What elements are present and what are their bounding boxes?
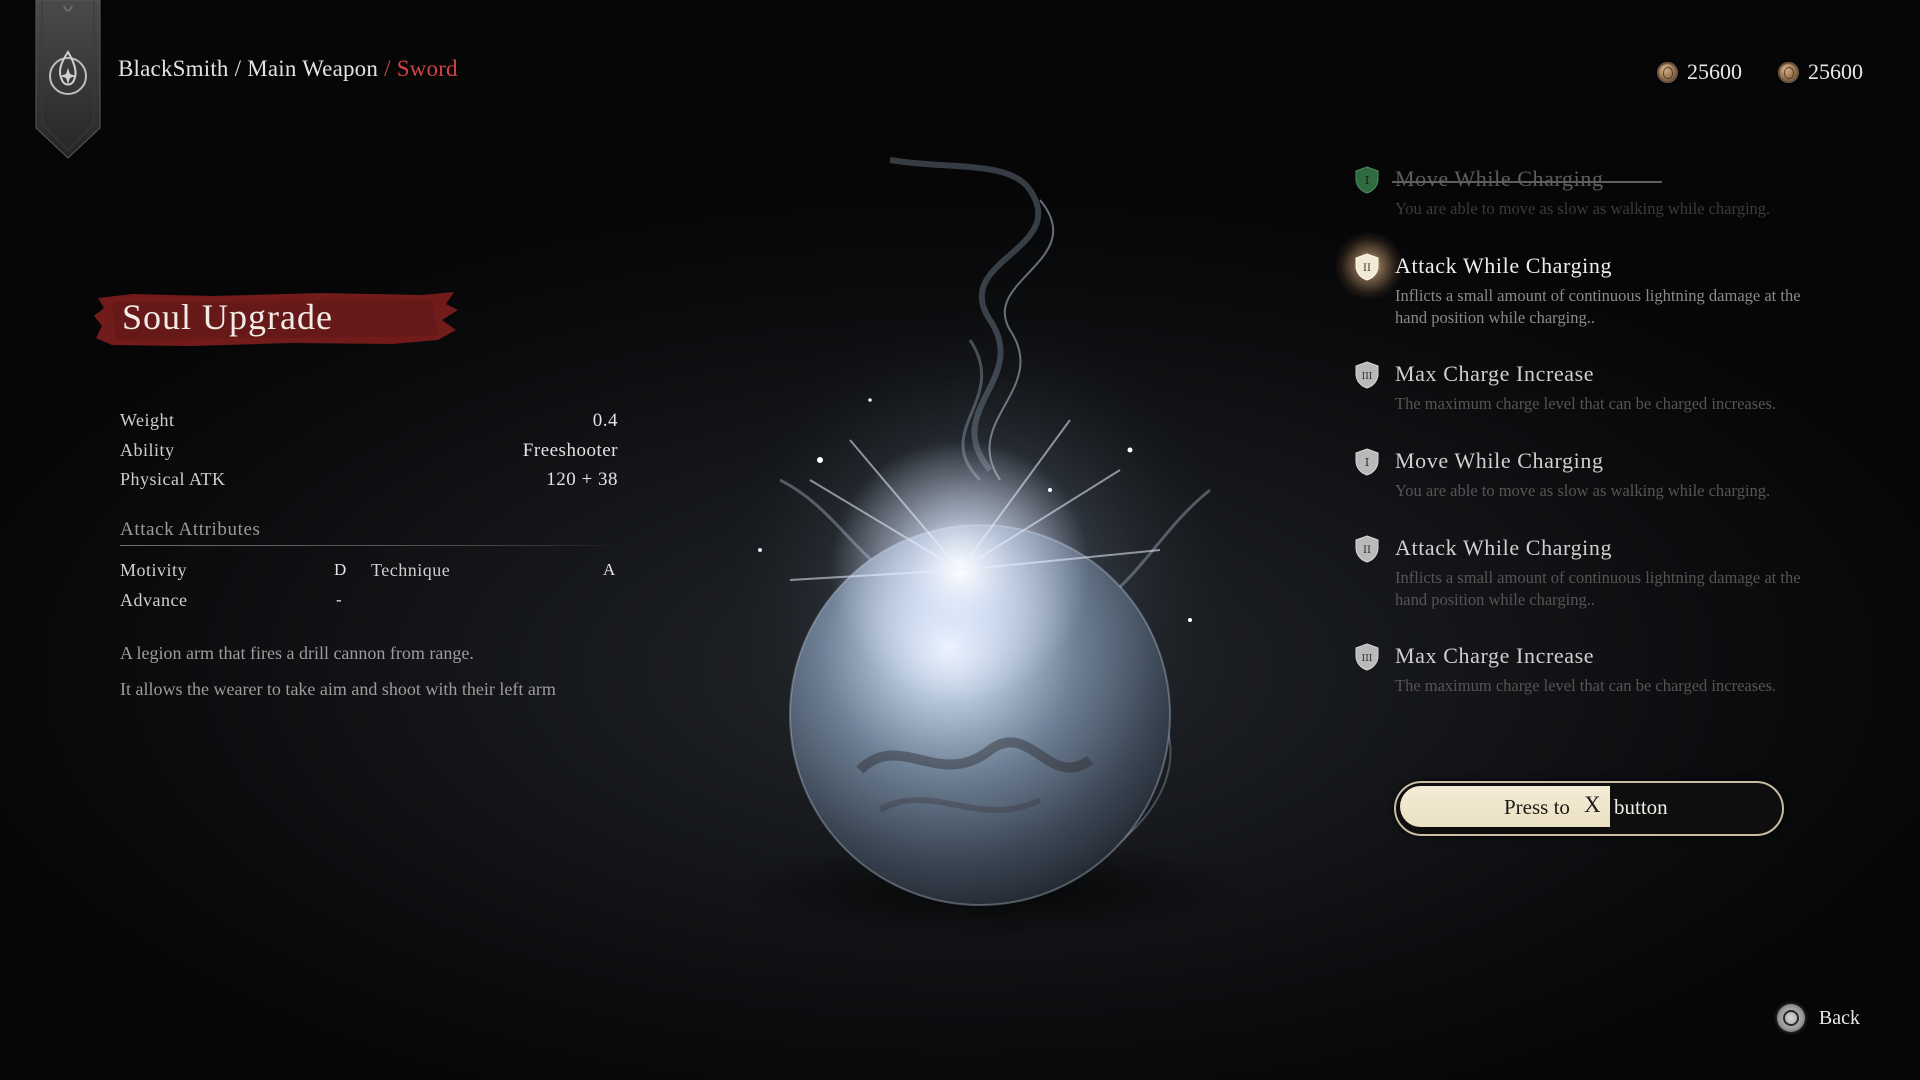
attr-advance-label: Advance	[120, 590, 188, 610]
skill-title: Move While Charging	[1395, 448, 1604, 473]
stat-label: Physical ATK	[120, 469, 226, 489]
skill-title: Max Charge Increase	[1395, 361, 1595, 386]
shield-numeral-icon: II	[1355, 253, 1379, 281]
breadcrumb-blacksmith[interactable]: BlackSmith	[118, 56, 229, 81]
skill-title: Move While Charging	[1395, 166, 1604, 191]
breadcrumb-current: Sword	[396, 56, 458, 81]
button-label: button	[1614, 795, 1668, 819]
currency-amount: 25600	[1687, 59, 1742, 84]
soul-orb-image	[710, 157, 1250, 940]
skill-numeral: II	[1363, 545, 1371, 556]
skill-description: Inflicts a small amount of continuous li…	[1395, 568, 1801, 609]
skill-description: You are able to move as slow as walking …	[1395, 199, 1771, 218]
skill-title: Attack While Charging	[1395, 253, 1613, 278]
skill-numeral: I	[1365, 174, 1369, 187]
attr-motivity-grade: D	[334, 560, 347, 579]
skill-description: You are able to move as slow as walking …	[1395, 481, 1771, 500]
currency-item: 25600	[1778, 59, 1863, 85]
attr-advance-grade: -	[336, 590, 342, 609]
coin-icon	[1657, 61, 1678, 83]
shield-numeral-icon: I	[1355, 448, 1379, 476]
shield-numeral-icon: III	[1355, 361, 1379, 389]
skill-description: The maximum charge level that can be cha…	[1395, 676, 1777, 695]
attr-motivity-label: Motivity	[120, 560, 188, 580]
stat-value: 120 + 38	[546, 469, 618, 490]
breadcrumb: BlackSmith / Main Weapon / Sword	[118, 56, 458, 82]
stat-value: Freeshooter	[522, 440, 618, 461]
attack-attributes-heading: Attack Attributes	[120, 519, 261, 540]
skill-numeral: I	[1365, 456, 1369, 469]
breadcrumb-separator: /	[234, 56, 242, 81]
weapon-description-line: A legion arm that fires a drill cannon f…	[120, 643, 474, 663]
skill-numeral: III	[1362, 654, 1373, 664]
x-button-icon: X	[1584, 792, 1601, 817]
breadcrumb-main-weapon[interactable]: Main Weapon	[247, 56, 378, 81]
stat-row-physical-atk: Physical ATK 120 + 38	[120, 469, 618, 491]
skill-numeral: III	[1362, 372, 1373, 382]
currency-amount: 25600	[1808, 59, 1863, 84]
page-title: Soul Upgrade	[122, 297, 333, 337]
shield-numeral-icon: III	[1355, 643, 1379, 671]
skill-title: Attack While Charging	[1395, 535, 1613, 560]
divider	[120, 545, 628, 546]
weapon-description-line: It allows the wearer to take aim and sho…	[120, 679, 556, 699]
skill-description: The maximum charge level that can be cha…	[1395, 394, 1777, 413]
stat-label: Ability	[120, 440, 175, 460]
coin-icon	[1778, 61, 1799, 83]
skill-description: Inflicts a small amount of continuous li…	[1395, 286, 1801, 327]
stat-value: 0.4	[592, 410, 618, 431]
circle-button-icon	[1776, 1004, 1805, 1032]
press-to-upgrade-button[interactable]: Press to X button	[1394, 781, 1784, 836]
currency-display: 25600 25600	[1657, 59, 1863, 85]
attr-technique-label: Technique	[371, 560, 451, 580]
emblem-banner	[34, 0, 102, 160]
currency-item: 25600	[1657, 59, 1742, 85]
skill-numeral: II	[1363, 263, 1371, 274]
back-label: Back	[1818, 1006, 1860, 1029]
press-label: Press to	[1504, 795, 1570, 819]
skill-title: Max Charge Increase	[1395, 643, 1595, 668]
shield-numeral-icon: I	[1355, 166, 1379, 194]
back-button[interactable]: Back	[1776, 1004, 1860, 1032]
stat-label: Weight	[120, 410, 175, 430]
strikethrough-line	[1392, 181, 1662, 183]
attr-technique-grade: A	[603, 560, 616, 579]
stat-row-weight: Weight 0.4	[120, 410, 618, 432]
stat-row-ability: Ability Freeshooter	[120, 440, 618, 462]
breadcrumb-separator: /	[384, 56, 391, 81]
flame-emblem-icon	[35, 0, 101, 159]
shield-numeral-icon: II	[1355, 535, 1379, 563]
